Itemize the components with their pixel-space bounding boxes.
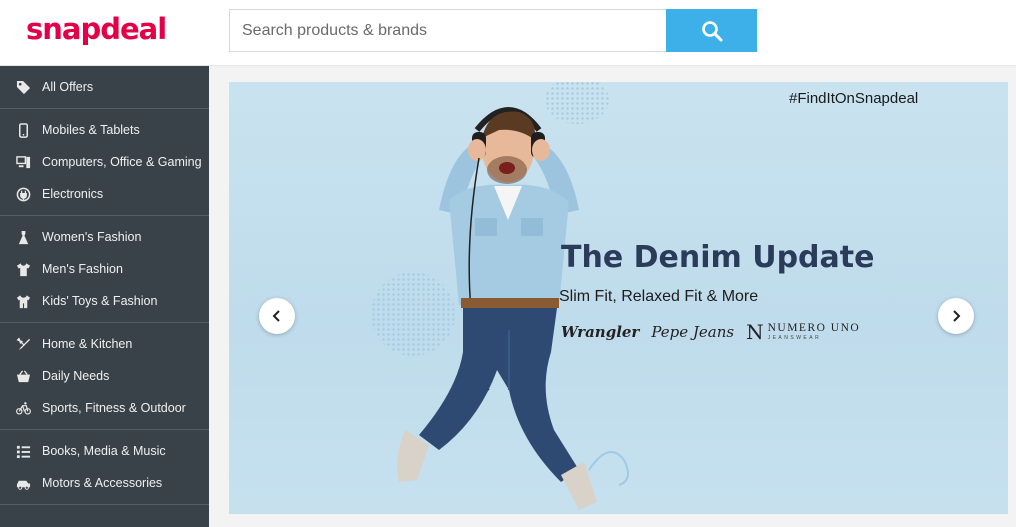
kids-icon [16, 294, 31, 308]
banner-headline: The Denim Update [561, 240, 875, 275]
search-input[interactable] [229, 9, 667, 52]
promo-banner[interactable]: #FindItOnSnapdeal The Denim Update Slim … [229, 82, 1008, 514]
kitchen-icon [16, 337, 31, 350]
numero-uno-name: NUMERO UNO [767, 322, 861, 335]
sidebar-item-mobiles-tablets[interactable]: Mobiles & Tablets [0, 114, 209, 146]
bicycle-icon [16, 401, 31, 415]
sidebar-group-fashion: Women's Fashion Men's Fashion Kids' Toys… [0, 216, 209, 323]
tag-icon [16, 80, 31, 94]
sidebar-item-label: Home & Kitchen [42, 337, 133, 351]
snapdeal-logo[interactable]: snapdeal [26, 12, 167, 46]
sidebar-item-all-offers[interactable]: All Offers [0, 71, 209, 103]
sidebar-item-label: Books, Media & Music [42, 444, 166, 458]
chevron-left-icon [272, 310, 280, 322]
sidebar-item-womens-fashion[interactable]: Women's Fashion [0, 221, 209, 253]
electronics-icon [16, 187, 31, 201]
sidebar-group-media: Books, Media & Music Motors & Accessorie… [0, 430, 209, 505]
sidebar-item-label: Electronics [42, 187, 104, 201]
sidebar-item-label: Mobiles & Tablets [42, 123, 140, 137]
sidebar-item-computers[interactable]: Computers, Office & Gaming [0, 146, 209, 178]
sidebar-item-label: Women's Fashion [42, 230, 142, 244]
pepe-jeans-logo: Pepe Jeans [651, 323, 735, 341]
sidebar-group-electronics: Mobiles & Tablets Computers, Office & Ga… [0, 109, 209, 216]
sidebar-item-label: Men's Fashion [42, 262, 123, 276]
header: snapdeal [0, 0, 1016, 66]
sidebar-group-home: Home & Kitchen Daily Needs Sports, Fitne… [0, 323, 209, 430]
wrangler-logo: Wrangler [561, 323, 640, 341]
numero-uno-logo: N NUMERO UNO JEANSWEAR [746, 320, 860, 344]
search-button[interactable] [666, 9, 757, 52]
search-icon [701, 20, 722, 41]
category-sidebar: All Offers Mobiles & Tablets Computers, … [0, 66, 209, 527]
sidebar-item-label: All Offers [42, 80, 94, 94]
tshirt-icon [16, 262, 31, 276]
numero-uno-mark: N [746, 320, 764, 344]
sidebar-item-sports[interactable]: Sports, Fitness & Outdoor [0, 392, 209, 424]
sidebar-item-label: Kids' Toys & Fashion [42, 294, 158, 308]
chevron-right-icon [953, 310, 961, 322]
books-icon [16, 445, 31, 458]
sidebar-item-electronics[interactable]: Electronics [0, 178, 209, 210]
dress-icon [18, 230, 29, 244]
sidebar-item-label: Motors & Accessories [42, 476, 163, 490]
sidebar-item-books-media[interactable]: Books, Media & Music [0, 435, 209, 467]
carousel-next-button[interactable] [938, 298, 974, 334]
computer-icon [16, 155, 31, 168]
car-icon [16, 480, 31, 490]
sidebar-item-kids-fashion[interactable]: Kids' Toys & Fashion [0, 285, 209, 317]
hashtag-text: #FindItOnSnapdeal [789, 90, 919, 107]
numero-uno-sub: JEANSWEAR [767, 334, 822, 341]
sidebar-item-motors[interactable]: Motors & Accessories [0, 467, 209, 499]
sidebar-item-mens-fashion[interactable]: Men's Fashion [0, 253, 209, 285]
mobile-icon [19, 122, 28, 138]
sidebar-group-offers: All Offers [0, 66, 209, 109]
brand-logos: Wrangler Pepe Jeans N NUMERO UNO JEANSWE… [561, 320, 860, 344]
basket-icon [16, 369, 31, 382]
sidebar-item-label: Computers, Office & Gaming [42, 155, 202, 169]
carousel-prev-button[interactable] [259, 298, 295, 334]
sidebar-item-label: Sports, Fitness & Outdoor [42, 401, 186, 415]
sidebar-item-daily-needs[interactable]: Daily Needs [0, 360, 209, 392]
sidebar-item-label: Daily Needs [42, 369, 110, 383]
sidebar-item-home-kitchen[interactable]: Home & Kitchen [0, 328, 209, 360]
banner-subline: Slim Fit, Relaxed Fit & More [559, 288, 759, 305]
